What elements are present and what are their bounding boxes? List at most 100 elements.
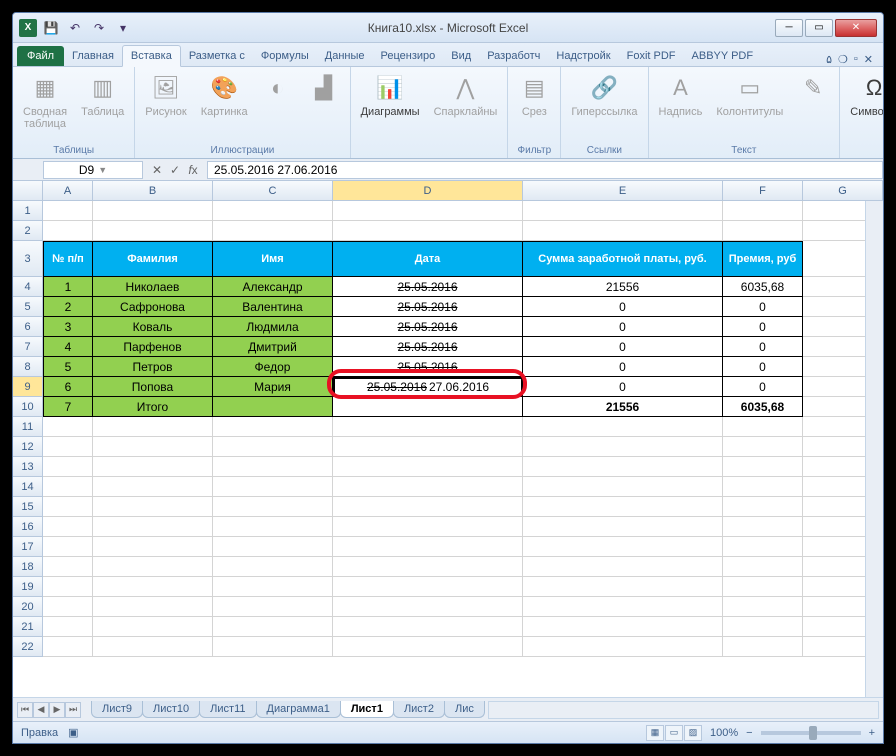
tab-pagelayout[interactable]: Разметка с	[181, 46, 253, 66]
zoom-out-icon[interactable]: −	[746, 727, 752, 739]
row-header[interactable]: 2	[13, 221, 43, 241]
sheet-nav-last-icon[interactable]: ⏭	[65, 702, 81, 718]
undo-icon[interactable]: ↶	[65, 18, 85, 38]
row-header[interactable]: 3	[13, 241, 43, 277]
tab-view[interactable]: Вид	[443, 46, 479, 66]
close-button[interactable]: ✕	[835, 19, 877, 37]
clipart-button[interactable]: 🎨Картинка	[197, 70, 252, 120]
tab-foxit[interactable]: Foxit PDF	[619, 46, 684, 66]
row-header[interactable]: 22	[13, 637, 43, 657]
row-header[interactable]: 9	[13, 377, 43, 397]
zoom-slider[interactable]	[761, 731, 861, 735]
row-header[interactable]: 14	[13, 477, 43, 497]
sheet-tab[interactable]: Лист10	[142, 701, 200, 718]
col-header-G[interactable]: G	[803, 181, 883, 200]
horizontal-scrollbar[interactable]	[488, 701, 879, 719]
formula-input[interactable]: 25.05.2016 27.06.2016	[207, 161, 883, 179]
file-tab[interactable]: Файл	[17, 46, 64, 66]
col-header-F[interactable]: F	[723, 181, 803, 200]
help-icon[interactable]: ❍	[838, 53, 848, 66]
col-header-E[interactable]: E	[523, 181, 723, 200]
tab-review[interactable]: Рецензиро	[373, 46, 444, 66]
sheet-tab-active[interactable]: Лист1	[340, 701, 394, 718]
pivottable-button[interactable]: ▦Сводная таблица	[19, 70, 71, 132]
fx-icon[interactable]: fx	[185, 163, 201, 177]
row-header[interactable]: 18	[13, 557, 43, 577]
hyperlink-button[interactable]: 🔗Гиперссылка	[567, 70, 641, 120]
grid-body[interactable]: 1 2 3 № п/п Фамилия Имя Дата Сумма зараб…	[13, 201, 883, 697]
row-header[interactable]: 1	[13, 201, 43, 221]
row-header[interactable]: 5	[13, 297, 43, 317]
sheet-tab[interactable]: Лист11	[199, 701, 256, 718]
row-header[interactable]: 19	[13, 577, 43, 597]
view-pagelayout-icon[interactable]: ▭	[665, 725, 683, 741]
row-header[interactable]: 8	[13, 357, 43, 377]
th-name[interactable]: Имя	[213, 241, 333, 277]
minimize-ribbon-icon[interactable]: ۵	[826, 53, 832, 66]
th-date[interactable]: Дата	[333, 241, 523, 277]
sheet-nav-first-icon[interactable]: ⏮	[17, 702, 33, 718]
tab-home[interactable]: Главная	[64, 46, 122, 66]
row-header[interactable]: 10	[13, 397, 43, 417]
qat-dropdown-icon[interactable]: ▾	[113, 18, 133, 38]
window-restore-icon[interactable]: ▫	[854, 53, 858, 66]
col-header-B[interactable]: B	[93, 181, 213, 200]
sheet-nav-next-icon[interactable]: ▶	[49, 702, 65, 718]
row-header[interactable]: 12	[13, 437, 43, 457]
row-header[interactable]: 11	[13, 417, 43, 437]
row-header[interactable]: 20	[13, 597, 43, 617]
table-button[interactable]: ▥Таблица	[77, 70, 128, 120]
namebox-dropdown-icon[interactable]: ▼	[98, 165, 107, 175]
th-num[interactable]: № п/п	[43, 241, 93, 277]
row-header[interactable]: 13	[13, 457, 43, 477]
sparklines-button[interactable]: ⋀Спарклайны	[430, 70, 502, 120]
charts-button[interactable]: 📊Диаграммы	[357, 70, 424, 120]
col-header-C[interactable]: C	[213, 181, 333, 200]
view-normal-icon[interactable]: ▦	[646, 725, 664, 741]
textbox-button[interactable]: AНадпись	[655, 70, 707, 120]
col-header-A[interactable]: A	[43, 181, 93, 200]
sheet-tab[interactable]: Лист2	[393, 701, 445, 718]
confirm-edit-icon[interactable]: ✓	[167, 163, 183, 177]
row-header[interactable]: 17	[13, 537, 43, 557]
row-header[interactable]: 6	[13, 317, 43, 337]
row-header[interactable]: 15	[13, 497, 43, 517]
select-all-corner[interactable]	[13, 181, 43, 200]
headerfooter-button[interactable]: ▭Колонтитулы	[712, 70, 787, 120]
tab-developer[interactable]: Разработч	[479, 46, 548, 66]
tab-data[interactable]: Данные	[317, 46, 373, 66]
zoom-in-icon[interactable]: +	[869, 727, 875, 739]
tab-insert[interactable]: Вставка	[122, 45, 181, 67]
zoom-level[interactable]: 100%	[710, 727, 738, 739]
macro-record-icon[interactable]: ▣	[68, 726, 78, 739]
sheet-tab[interactable]: Лис	[444, 701, 485, 718]
slicer-button[interactable]: ▤Срез	[514, 70, 554, 120]
picture-button[interactable]: 🖼Рисунок	[141, 70, 191, 120]
symbols-button[interactable]: ΩСимволы	[846, 70, 884, 120]
maximize-button[interactable]: ▭	[805, 19, 833, 37]
smartart-button[interactable]: ▟	[304, 70, 344, 106]
cancel-edit-icon[interactable]: ✕	[149, 163, 165, 177]
active-cell-D9[interactable]: 25.05.201627.06.2016	[333, 377, 523, 397]
row-header[interactable]: 7	[13, 337, 43, 357]
sheet-tab[interactable]: Лист9	[91, 701, 143, 718]
th-salary[interactable]: Сумма заработной платы, руб.	[523, 241, 723, 277]
save-icon[interactable]: 💾	[41, 18, 61, 38]
tab-formulas[interactable]: Формулы	[253, 46, 317, 66]
tab-abbyy[interactable]: ABBYY PDF	[684, 46, 762, 66]
minimize-button[interactable]: ─	[775, 19, 803, 37]
workbook-close-icon[interactable]: ✕	[864, 53, 873, 66]
row-header[interactable]: 16	[13, 517, 43, 537]
name-box[interactable]: D9▼	[43, 161, 143, 179]
wordart-button[interactable]: ✎	[793, 70, 833, 106]
th-surname[interactable]: Фамилия	[93, 241, 213, 277]
row-header[interactable]: 4	[13, 277, 43, 297]
tab-addins[interactable]: Надстройк	[548, 46, 618, 66]
sheet-nav-prev-icon[interactable]: ◀	[33, 702, 49, 718]
redo-icon[interactable]: ↷	[89, 18, 109, 38]
col-header-D[interactable]: D	[333, 181, 523, 200]
th-bonus[interactable]: Премия, руб	[723, 241, 803, 277]
shapes-button[interactable]: ◐	[258, 70, 298, 106]
view-pagebreak-icon[interactable]: ▨	[684, 725, 702, 741]
row-header[interactable]: 21	[13, 617, 43, 637]
